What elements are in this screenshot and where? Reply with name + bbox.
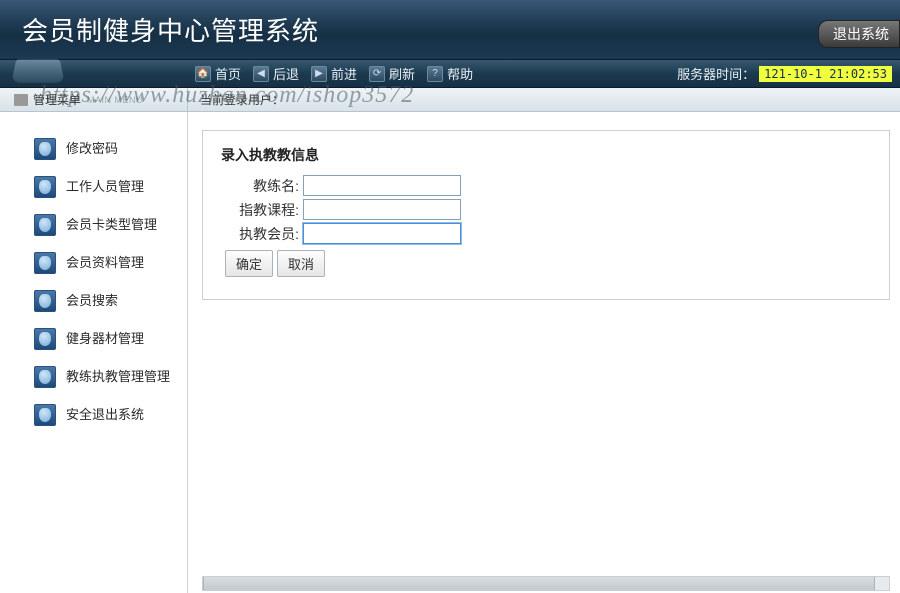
horizontal-scrollbar[interactable] — [202, 576, 890, 591]
sidebar-item-label: 会员资料管理 — [66, 255, 144, 272]
back-icon: ◀ — [253, 66, 269, 82]
sidebar-item-equipment[interactable]: 健身器材管理 — [34, 328, 187, 350]
menu-indicator-icon — [14, 94, 28, 106]
subbar-left-label: 管理菜单 — [33, 91, 81, 108]
form-panel: 录入执教教信息 教练名: 指教课程: 执教会员: 确定 取消 — [202, 130, 890, 300]
person-icon — [34, 328, 56, 350]
sidebar-item-card-type[interactable]: 会员卡类型管理 — [34, 214, 187, 236]
form-row-coach: 教练名: — [221, 175, 871, 196]
form-title: 录入执教教信息 — [221, 145, 871, 165]
main-panel: 录入执教教信息 教练名: 指教课程: 执教会员: 确定 取消 — [188, 112, 900, 593]
sidebar-item-label: 会员搜索 — [66, 293, 118, 310]
nav-label: 帮助 — [447, 64, 473, 83]
person-icon — [34, 290, 56, 312]
refresh-icon: ⟳ — [369, 66, 385, 82]
sidebar-item-label: 安全退出系统 — [66, 407, 144, 424]
sidebar-item-member-info[interactable]: 会员资料管理 — [34, 252, 187, 274]
form-row-course: 指教课程: — [221, 199, 871, 220]
person-icon — [34, 138, 56, 160]
nav-label: 后退 — [273, 64, 299, 83]
sidebar-item-label: 修改密码 — [66, 141, 118, 158]
person-icon — [34, 252, 56, 274]
subbar-left-sub: MAIN MENU — [87, 95, 143, 105]
subbar-right: 当前登录用户： — [188, 91, 284, 108]
nav-label: 前进 — [331, 64, 357, 83]
server-time-value: 121-10-1 21:02:53 — [759, 66, 892, 82]
person-icon — [34, 404, 56, 426]
submit-button[interactable]: 确定 — [225, 250, 273, 277]
sidebar-item-label: 健身器材管理 — [66, 331, 144, 348]
sidebar: 修改密码 工作人员管理 会员卡类型管理 会员资料管理 会员搜索 健身器材管理 教… — [0, 112, 188, 593]
app-header: 会员制健身中心管理系统 退出系统 — [0, 0, 900, 60]
course-label: 指教课程: — [221, 200, 299, 220]
toolbar: 🏠 首页 ◀ 后退 ▶ 前进 ⟳ 刷新 ? 帮助 服务器时间： 121-10-1… — [0, 60, 900, 88]
nav-home-button[interactable]: 🏠 首页 — [195, 64, 241, 83]
sidebar-item-logout[interactable]: 安全退出系统 — [34, 404, 187, 426]
subbar-left: 管理菜单 MAIN MENU — [0, 88, 188, 111]
member-input[interactable] — [303, 223, 461, 244]
person-icon — [34, 214, 56, 236]
sidebar-item-change-password[interactable]: 修改密码 — [34, 138, 187, 160]
forward-icon: ▶ — [311, 66, 327, 82]
help-icon: ? — [427, 66, 443, 82]
sidebar-item-label: 会员卡类型管理 — [66, 217, 157, 234]
cancel-button[interactable]: 取消 — [277, 250, 325, 277]
scroll-thumb[interactable] — [203, 577, 875, 590]
coach-name-label: 教练名: — [221, 176, 299, 196]
home-icon: 🏠 — [195, 66, 211, 82]
content-area: 修改密码 工作人员管理 会员卡类型管理 会员资料管理 会员搜索 健身器材管理 教… — [0, 112, 900, 593]
button-row: 确定 取消 — [225, 250, 871, 277]
app-title: 会员制健身中心管理系统 — [0, 11, 319, 48]
exit-system-button[interactable]: 退出系统 — [818, 20, 900, 48]
nav-forward-button[interactable]: ▶ 前进 — [311, 64, 357, 83]
nav-label: 首页 — [215, 64, 241, 83]
server-time: 服务器时间： 121-10-1 21:02:53 — [677, 64, 892, 83]
laptop-decoration-icon — [11, 60, 64, 83]
nav-help-button[interactable]: ? 帮助 — [427, 64, 473, 83]
form-row-member: 执教会员: — [221, 223, 871, 244]
course-input[interactable] — [303, 199, 461, 220]
server-time-label: 服务器时间： — [677, 64, 755, 83]
nav-label: 刷新 — [389, 64, 415, 83]
nav-back-button[interactable]: ◀ 后退 — [253, 64, 299, 83]
sidebar-item-label: 教练执教管理管理 — [66, 369, 170, 386]
sidebar-item-coach-mgmt[interactable]: 教练执教管理管理 — [34, 366, 187, 388]
sub-bar: 管理菜单 MAIN MENU 当前登录用户： — [0, 88, 900, 112]
member-label: 执教会员: — [221, 224, 299, 244]
current-user-label: 当前登录用户： — [200, 93, 284, 107]
coach-name-input[interactable] — [303, 175, 461, 196]
person-icon — [34, 176, 56, 198]
sidebar-item-member-search[interactable]: 会员搜索 — [34, 290, 187, 312]
sidebar-item-staff[interactable]: 工作人员管理 — [34, 176, 187, 198]
nav-refresh-button[interactable]: ⟳ 刷新 — [369, 64, 415, 83]
person-icon — [34, 366, 56, 388]
sidebar-item-label: 工作人员管理 — [66, 179, 144, 196]
